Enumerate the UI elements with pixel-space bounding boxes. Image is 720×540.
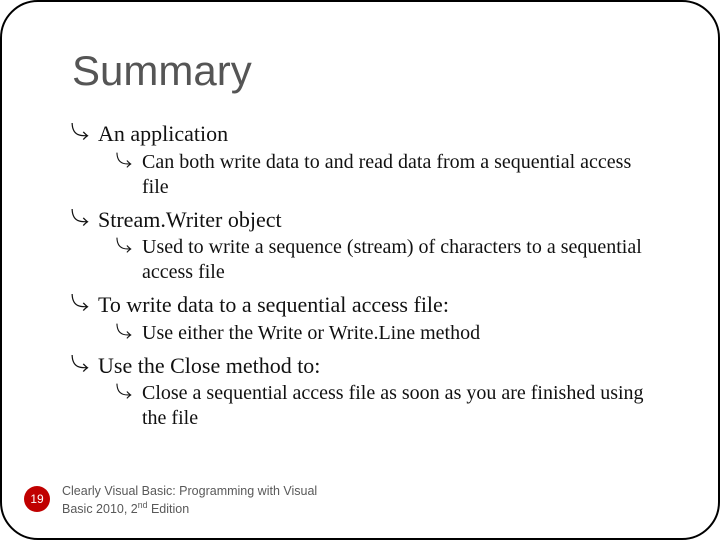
sub-bullet-text: Use either the Write or Write.Line metho… bbox=[142, 322, 480, 344]
sub-bullet-item: Used to write a sequence (stream) of cha… bbox=[118, 235, 658, 285]
slide-frame: Summary An application Can both write da… bbox=[0, 0, 720, 540]
page-number: 19 bbox=[30, 492, 43, 506]
bullet-text: An application bbox=[98, 121, 228, 146]
bullet-item: An application Can both write data to an… bbox=[72, 120, 658, 200]
footer: Clearly Visual Basic: Programming with V… bbox=[62, 483, 362, 518]
bullet-text: Use the Close method to: bbox=[98, 353, 320, 378]
slide-title: Summary bbox=[72, 47, 658, 95]
sub-bullet-item: Can both write data to and read data fro… bbox=[118, 150, 658, 200]
page-number-badge: 19 bbox=[24, 486, 50, 512]
sub-bullet-text: Used to write a sequence (stream) of cha… bbox=[142, 236, 642, 283]
bullet-text: To write data to a sequential access fil… bbox=[98, 292, 449, 317]
sub-bullet-list: Used to write a sequence (stream) of cha… bbox=[98, 235, 658, 285]
sub-bullet-text: Can both write data to and read data fro… bbox=[142, 151, 631, 198]
sub-bullet-item: Use either the Write or Write.Line metho… bbox=[118, 321, 658, 346]
bullet-list: An application Can both write data to an… bbox=[72, 120, 658, 431]
footer-line2-post: Edition bbox=[147, 502, 189, 516]
bullet-item: Use the Close method to: Close a sequent… bbox=[72, 352, 658, 432]
sub-bullet-list: Can both write data to and read data fro… bbox=[98, 150, 658, 200]
sub-bullet-item: Close a sequential access file as soon a… bbox=[118, 381, 658, 431]
bullet-item: Stream.Writer object Used to write a seq… bbox=[72, 206, 658, 286]
bullet-item: To write data to a sequential access fil… bbox=[72, 291, 658, 346]
footer-line1: Clearly Visual Basic: Programming with V… bbox=[62, 484, 317, 498]
bullet-text: Stream.Writer object bbox=[98, 207, 282, 232]
sub-bullet-list: Use either the Write or Write.Line metho… bbox=[98, 321, 658, 346]
sub-bullet-list: Close a sequential access file as soon a… bbox=[98, 381, 658, 431]
footer-line2-pre: Basic 2010, 2 bbox=[62, 502, 138, 516]
sub-bullet-text: Close a sequential access file as soon a… bbox=[142, 382, 644, 429]
